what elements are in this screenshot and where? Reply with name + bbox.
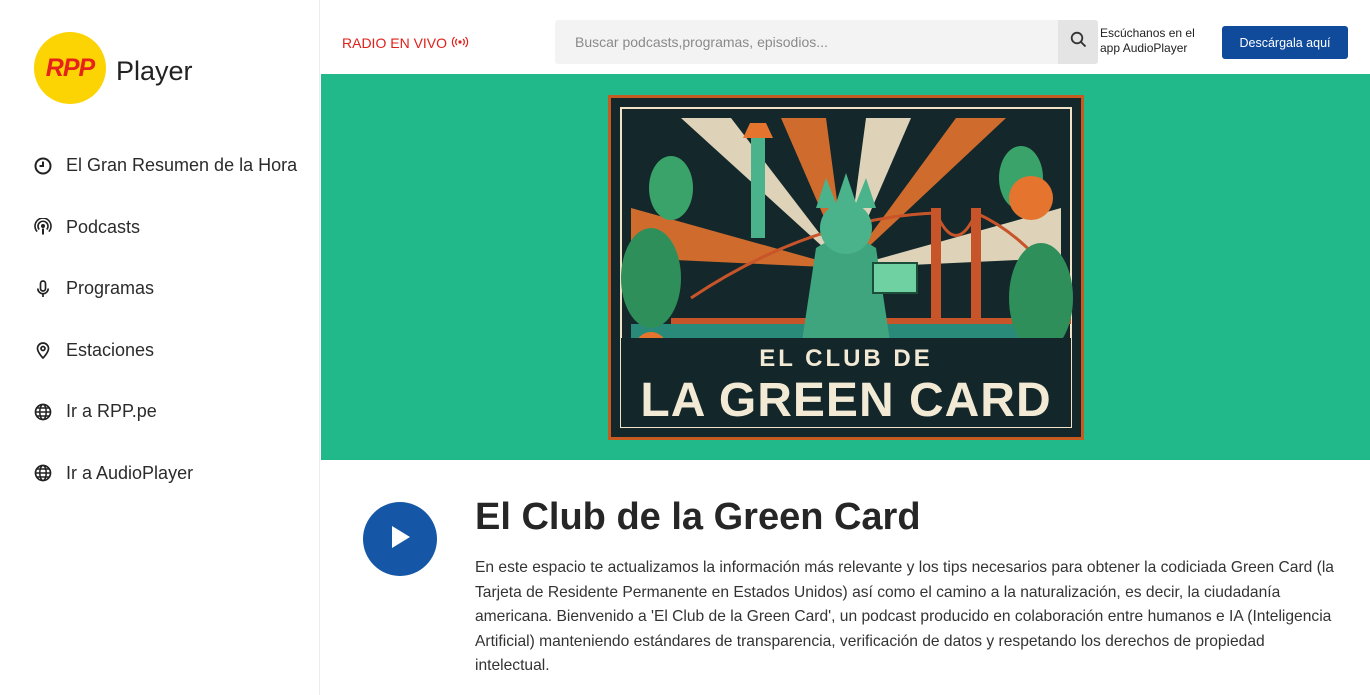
podcast-title: El Club de la Green Card <box>475 496 921 538</box>
logo-text: Player <box>116 55 193 86</box>
cover-title-line1: EL CLUB DE <box>759 345 933 372</box>
globe-icon <box>34 464 52 482</box>
sidebar-item-label: Ir a RPP.pe <box>66 401 157 422</box>
podcast-cover-art: EL CLUB DE LA GREEN CARD <box>608 95 1084 440</box>
play-button[interactable] <box>363 502 437 576</box>
search-bar <box>555 20 1098 64</box>
sidebar-item-label: El Gran Resumen de la Hora <box>66 155 298 176</box>
sidebar-item-ir-audioplayer[interactable]: Ir a AudioPlayer <box>34 443 297 505</box>
sidebar-item-label: Podcasts <box>66 216 141 237</box>
rpp-logo-mark: RPP <box>34 32 106 104</box>
podcast-hero-banner: EL CLUB DE LA GREEN CARD <box>321 74 1370 460</box>
top-header: RADIO EN VIVO Escúchanos en el app Audio… <box>321 0 1370 74</box>
sidebar-item-estaciones[interactable]: Estaciones <box>34 320 297 382</box>
play-icon <box>387 523 413 556</box>
download-app-button[interactable]: Descárgala aquí <box>1222 26 1348 59</box>
sidebar-nav: El Gran Resumen de la Hora Podcasts Prog… <box>34 135 297 504</box>
sidebar-item-programas[interactable]: Programas <box>34 258 297 320</box>
search-input[interactable] <box>555 20 1055 64</box>
broadcast-icon <box>451 36 469 51</box>
sidebar-item-podcasts[interactable]: Podcasts <box>34 197 297 259</box>
podcast-icon <box>34 218 52 236</box>
sidebar: RPP Player El Gran Resumen de la Hora Po… <box>0 0 320 695</box>
app-promo-text: Escúchanos en el app AudioPlayer <box>1100 26 1195 55</box>
search-button[interactable] <box>1058 20 1098 64</box>
sidebar-item-ir-rpp[interactable]: Ir a RPP.pe <box>34 381 297 443</box>
sidebar-item-label: Estaciones <box>66 339 155 360</box>
sidebar-item-gran-resumen[interactable]: El Gran Resumen de la Hora <box>34 135 297 197</box>
cover-title-line2: LA GREEN CARD <box>640 374 1051 427</box>
location-pin-icon <box>34 341 52 360</box>
podcast-description: En este espacio te actualizamos la infor… <box>475 559 1334 674</box>
sidebar-item-label: Programas <box>66 278 155 299</box>
radio-live-label: RADIO EN VIVO <box>342 35 448 51</box>
radio-live-link[interactable]: RADIO EN VIVO <box>342 35 469 51</box>
search-icon <box>1070 31 1087 53</box>
microphone-icon <box>34 279 52 298</box>
sidebar-item-label: Ir a AudioPlayer <box>66 462 194 483</box>
podcast-details: El Club de la Green Card En este espacio… <box>321 460 1370 695</box>
clock-icon <box>34 157 52 175</box>
globe-icon <box>34 403 52 421</box>
rpp-player-logo[interactable]: RPP Player <box>34 32 193 104</box>
rpp-logo-mark-text: RPP <box>45 53 95 82</box>
